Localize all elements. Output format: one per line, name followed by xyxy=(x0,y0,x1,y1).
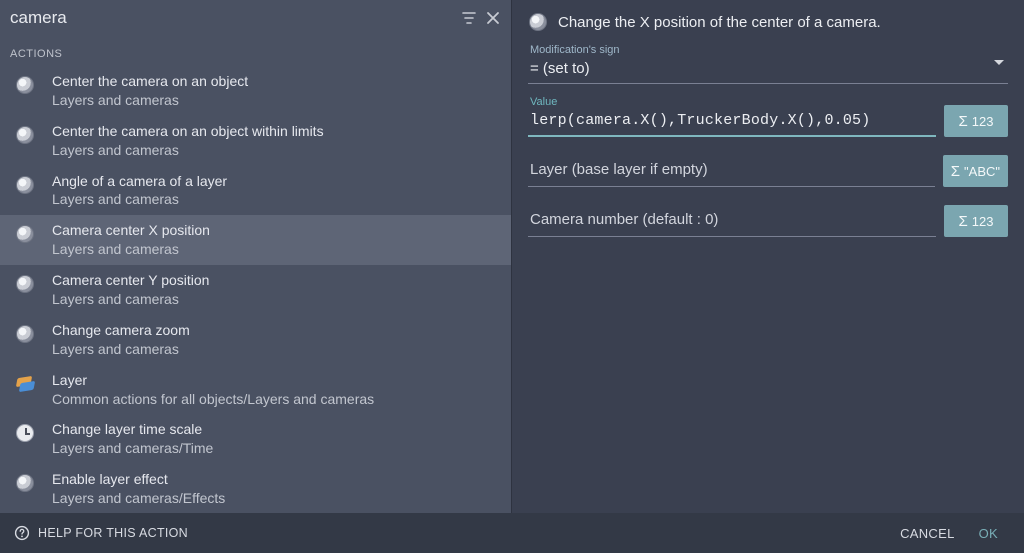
item-subtitle: Layers and cameras xyxy=(52,141,501,160)
detail-title: Change the X position of the center of a… xyxy=(558,14,881,31)
item-subtitle: Layers and cameras xyxy=(52,91,501,110)
camera-number-input[interactable] xyxy=(528,201,936,237)
item-subtitle: Layers and cameras xyxy=(52,240,501,259)
list-item[interactable]: Enable layer effectLayers and cameras/Ef… xyxy=(0,464,511,513)
expression-number-button[interactable]: Σ123 xyxy=(944,105,1008,137)
detail-panel: Change the X position of the center of a… xyxy=(512,0,1024,513)
expr-btn-label: "ABC" xyxy=(964,164,1000,179)
sign-field: Modification's sign = (set to) xyxy=(528,46,1008,84)
value-input[interactable] xyxy=(528,98,936,137)
list-item[interactable]: LayerCommon actions for all objects/Laye… xyxy=(0,365,511,415)
actions-list[interactable]: Center the camera on an objectLayers and… xyxy=(0,66,511,513)
help-label: HELP FOR THIS ACTION xyxy=(38,526,188,540)
camera-number-field: Σ123 xyxy=(528,201,1008,237)
camera-icon xyxy=(14,472,36,494)
item-title: Camera center Y position xyxy=(52,271,501,290)
value-field: Value Σ123 xyxy=(528,98,1008,137)
list-item[interactable]: Change camera zoomLayers and cameras xyxy=(0,315,511,365)
value-label: Value xyxy=(530,96,557,108)
item-title: Angle of a camera of a layer xyxy=(52,172,501,191)
item-title: Change layer time scale xyxy=(52,420,501,439)
search-input[interactable] xyxy=(8,4,457,32)
footer-bar: HELP FOR THIS ACTION CANCEL OK xyxy=(0,513,1024,553)
sign-select[interactable]: Modification's sign = (set to) xyxy=(528,46,1008,84)
list-item[interactable]: Change layer time scaleLayers and camera… xyxy=(0,414,511,464)
expr-btn-label: 123 xyxy=(972,214,994,229)
list-item[interactable]: Camera center X positionLayers and camer… xyxy=(0,215,511,265)
layer-field: Σ"ABC" xyxy=(528,151,1008,187)
section-label: ACTIONS xyxy=(0,38,511,66)
help-link[interactable]: HELP FOR THIS ACTION xyxy=(14,525,188,541)
close-icon[interactable] xyxy=(481,6,505,30)
item-title: Layer xyxy=(52,371,501,390)
layer-input[interactable] xyxy=(528,151,935,187)
chevron-down-icon xyxy=(994,60,1004,65)
help-icon xyxy=(14,525,30,541)
item-subtitle: Layers and cameras xyxy=(52,340,501,359)
detail-header: Change the X position of the center of a… xyxy=(528,8,1008,46)
list-item[interactable]: Center the camera on an objectLayers and… xyxy=(0,66,511,116)
camera-icon xyxy=(14,273,36,295)
item-subtitle: Layers and cameras xyxy=(52,290,501,309)
cancel-button[interactable]: CANCEL xyxy=(888,518,967,549)
item-title: Center the camera on an object xyxy=(52,72,501,91)
item-subtitle: Layers and cameras/Time xyxy=(52,439,501,458)
expression-string-button[interactable]: Σ"ABC" xyxy=(943,155,1008,187)
item-subtitle: Common actions for all objects/Layers an… xyxy=(52,390,501,409)
list-item[interactable]: Camera center Y positionLayers and camer… xyxy=(0,265,511,315)
list-item[interactable]: Center the camera on an object within li… xyxy=(0,116,511,166)
sign-label: Modification's sign xyxy=(530,44,620,56)
camera-icon xyxy=(14,323,36,345)
expr-btn-label: 123 xyxy=(972,114,994,129)
search-row xyxy=(0,0,511,38)
expression-number-button[interactable]: Σ123 xyxy=(944,205,1008,237)
item-title: Change camera zoom xyxy=(52,321,501,340)
camera-icon xyxy=(528,12,548,32)
camera-icon xyxy=(14,74,36,96)
camera-icon xyxy=(14,223,36,245)
camera-icon xyxy=(14,124,36,146)
clock-icon xyxy=(14,422,36,444)
layer-icon xyxy=(14,373,36,395)
item-subtitle: Layers and cameras/Effects xyxy=(52,489,501,508)
item-title: Center the camera on an object within li… xyxy=(52,122,501,141)
actions-panel: ACTIONS Center the camera on an objectLa… xyxy=(0,0,512,513)
camera-icon xyxy=(14,174,36,196)
item-subtitle: Layers and cameras xyxy=(52,190,501,209)
item-title: Camera center X position xyxy=(52,221,501,240)
item-title: Enable layer effect xyxy=(52,470,501,489)
list-item[interactable]: Angle of a camera of a layerLayers and c… xyxy=(0,166,511,216)
ok-button[interactable]: OK xyxy=(967,518,1010,549)
filter-icon[interactable] xyxy=(457,6,481,30)
